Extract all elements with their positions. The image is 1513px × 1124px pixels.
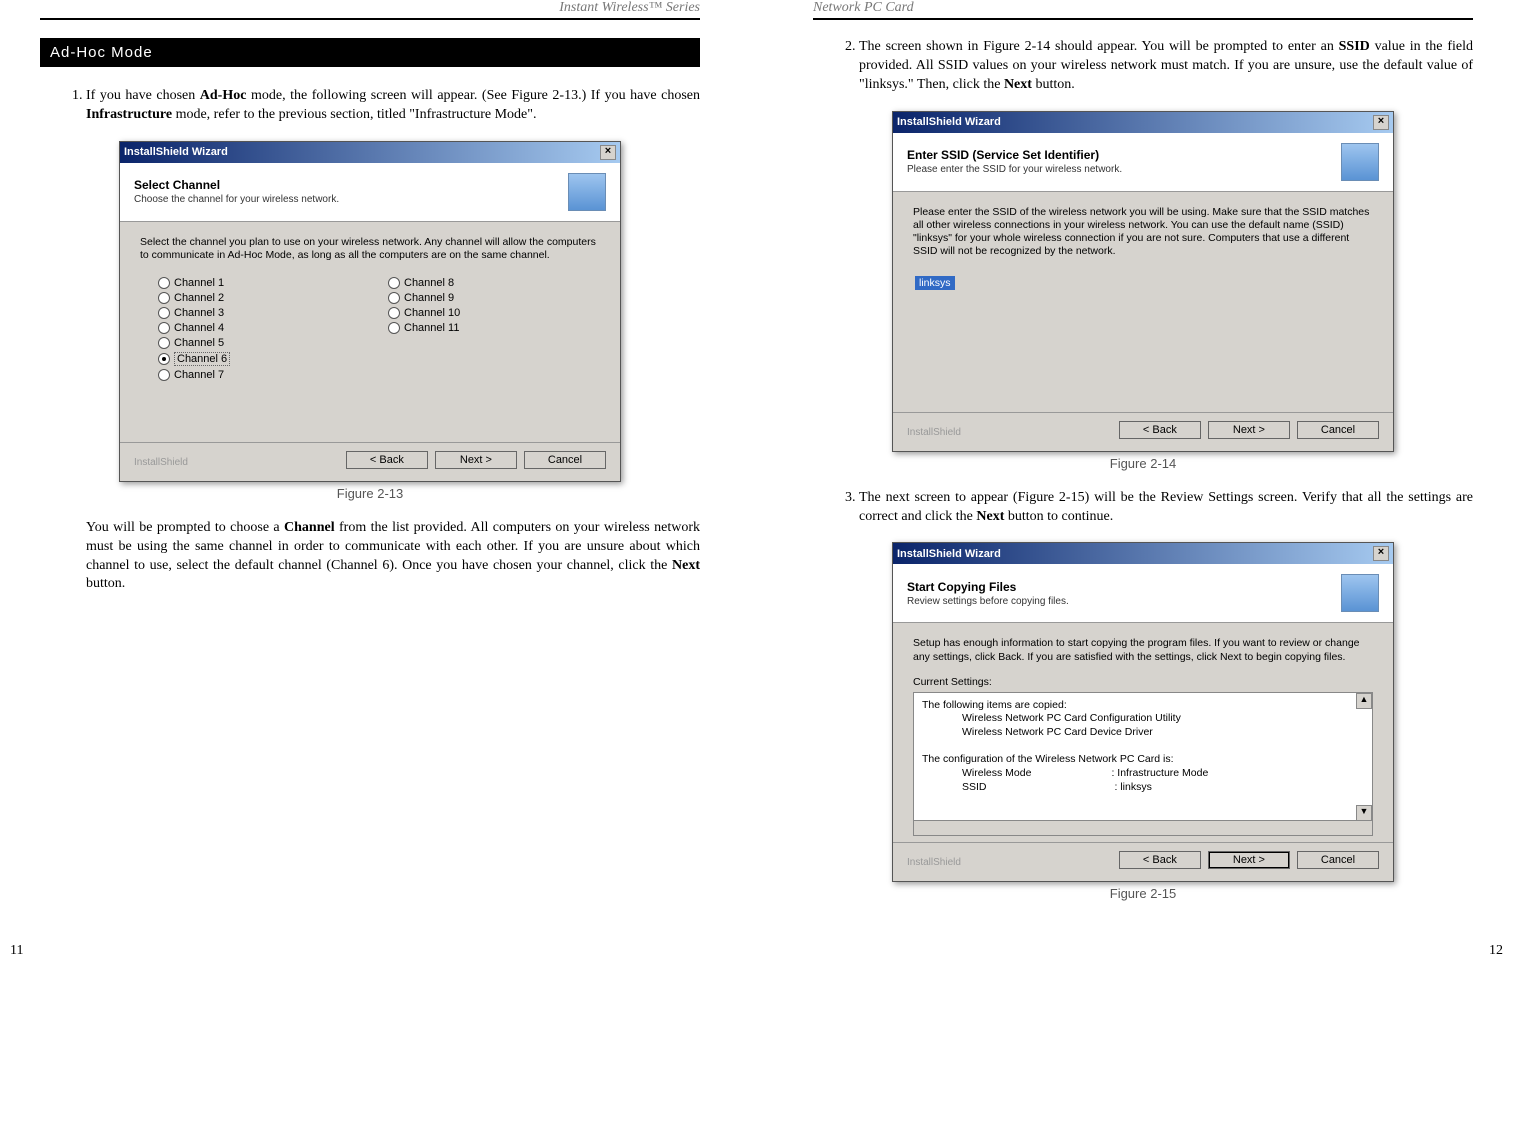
right-step-2: The screen shown in Figure 2-14 should a… bbox=[859, 38, 1473, 95]
right-steps-3: The next screen to appear (Figure 2-15) … bbox=[813, 489, 1473, 527]
dialog14-header: Enter SSID (Service Set Identifier) Plea… bbox=[893, 133, 1393, 192]
dialog14-header-sub: Please enter the SSID for your wireless … bbox=[907, 164, 1122, 175]
dialog14-desc: Please enter the SSID of the wireless ne… bbox=[913, 206, 1373, 259]
dialog13-desc: Select the channel you plan to use on yo… bbox=[140, 236, 600, 262]
left-step-1: If you have chosen Ad-Hoc mode, the foll… bbox=[86, 87, 700, 125]
next-button[interactable]: Next > bbox=[435, 451, 517, 469]
dialog13-header-title: Select Channel bbox=[134, 178, 220, 192]
channel-radio[interactable]: Channel 2 bbox=[158, 292, 370, 304]
left-header-rule bbox=[40, 18, 700, 20]
dialog13-body: Select the channel you plan to use on yo… bbox=[120, 222, 620, 442]
channel-radio[interactable]: Channel 1 bbox=[158, 277, 370, 289]
channel-radio[interactable]: Channel 9 bbox=[388, 292, 600, 304]
cancel-button[interactable]: Cancel bbox=[524, 451, 606, 469]
close-icon[interactable]: × bbox=[1373, 546, 1389, 561]
close-icon[interactable]: × bbox=[600, 145, 616, 160]
channel-radio[interactable]: Channel 10 bbox=[388, 307, 600, 319]
dialog15-body: Setup has enough information to start co… bbox=[893, 623, 1393, 841]
back-button[interactable]: < Back bbox=[346, 451, 428, 469]
left-page-number: 11 bbox=[10, 943, 23, 959]
review-settings-box: The following items are copied: Wireless… bbox=[913, 692, 1373, 836]
dialog14-brand: InstallShield bbox=[907, 427, 961, 438]
wizard-logo-icon bbox=[1341, 143, 1379, 181]
channel-radio[interactable]: Channel 8 bbox=[388, 277, 600, 289]
dialog15-header-sub: Review settings before copying files. bbox=[907, 596, 1069, 607]
dialog13-header-sub: Choose the channel for your wireless net… bbox=[134, 194, 339, 205]
left-page: Instant Wireless™ Series Ad-Hoc Mode If … bbox=[40, 0, 700, 919]
right-steps: The screen shown in Figure 2-14 should a… bbox=[813, 38, 1473, 95]
dialog-enter-ssid: InstallShield Wizard × Enter SSID (Servi… bbox=[892, 111, 1394, 452]
next-button[interactable]: Next > bbox=[1208, 421, 1290, 439]
section-title: Ad-Hoc Mode bbox=[40, 38, 700, 67]
right-step-3: The next screen to appear (Figure 2-15) … bbox=[859, 489, 1473, 527]
right-running-header: Network PC Card bbox=[813, 0, 1473, 16]
channel-radio[interactable]: Channel 3 bbox=[158, 307, 370, 319]
scroll-up-icon[interactable]: ▲ bbox=[1356, 693, 1372, 709]
dialog15-header-title: Start Copying Files bbox=[907, 580, 1016, 594]
dialog14-title: InstallShield Wizard bbox=[897, 116, 1001, 128]
next-button[interactable]: Next > bbox=[1208, 851, 1290, 869]
channel-col-right: Channel 8 Channel 9 Channel 10 Channel 1… bbox=[370, 274, 600, 384]
current-settings-label: Current Settings: bbox=[913, 676, 1373, 688]
dialog15-desc: Setup has enough information to start co… bbox=[913, 637, 1373, 663]
dialog14-titlebar: InstallShield Wizard × bbox=[893, 112, 1393, 133]
cancel-button[interactable]: Cancel bbox=[1297, 421, 1379, 439]
figure-2-15-caption: Figure 2-15 bbox=[813, 886, 1473, 901]
close-icon[interactable]: × bbox=[1373, 115, 1389, 130]
left-steps: If you have chosen Ad-Hoc mode, the foll… bbox=[40, 87, 700, 125]
dialog15-titlebar: InstallShield Wizard × bbox=[893, 543, 1393, 564]
right-page: Network PC Card The screen shown in Figu… bbox=[813, 0, 1473, 919]
dialog13-footer: InstallShield < Back Next > Cancel bbox=[120, 442, 620, 481]
dialog15-brand: InstallShield bbox=[907, 857, 961, 868]
dialog14-header-title: Enter SSID (Service Set Identifier) bbox=[907, 148, 1099, 162]
hscroll-bar[interactable] bbox=[914, 820, 1372, 835]
back-button[interactable]: < Back bbox=[1119, 851, 1201, 869]
dialog15-header: Start Copying Files Review settings befo… bbox=[893, 564, 1393, 623]
dialog15-footer: InstallShield < Back Next > Cancel bbox=[893, 842, 1393, 881]
channel-col-left: Channel 1 Channel 2 Channel 3 Channel 4 … bbox=[140, 274, 370, 384]
figure-2-13-caption: Figure 2-13 bbox=[40, 486, 700, 501]
figure-2-14-caption: Figure 2-14 bbox=[813, 456, 1473, 471]
dialog15-title: InstallShield Wizard bbox=[897, 548, 1001, 560]
channel-radio[interactable]: Channel 5 bbox=[158, 337, 370, 349]
dialog13-header: Select Channel Choose the channel for yo… bbox=[120, 163, 620, 222]
dialog13-titlebar: InstallShield Wizard × bbox=[120, 142, 620, 163]
cancel-button[interactable]: Cancel bbox=[1297, 851, 1379, 869]
channel-radio[interactable]: Channel 7 bbox=[158, 369, 370, 381]
dialog14-footer: InstallShield < Back Next > Cancel bbox=[893, 412, 1393, 451]
scroll-down-icon[interactable]: ▼ bbox=[1356, 805, 1372, 821]
channel-radio[interactable]: Channel 11 bbox=[388, 322, 600, 334]
dialog13-title: InstallShield Wizard bbox=[124, 146, 228, 158]
back-button[interactable]: < Back bbox=[1119, 421, 1201, 439]
channel-radio[interactable]: Channel 4 bbox=[158, 322, 370, 334]
channel-radio-selected[interactable]: Channel 6 bbox=[158, 352, 370, 366]
wizard-logo-icon bbox=[1341, 574, 1379, 612]
right-header-rule bbox=[813, 18, 1473, 20]
dialog-start-copying: InstallShield Wizard × Start Copying Fil… bbox=[892, 542, 1394, 881]
left-para-2: You will be prompted to choose a Channel… bbox=[86, 519, 700, 595]
dialog14-body: Please enter the SSID of the wireless ne… bbox=[893, 192, 1393, 412]
dialog13-brand: InstallShield bbox=[134, 457, 188, 468]
ssid-input[interactable]: linksys bbox=[915, 276, 955, 290]
dialog-select-channel: InstallShield Wizard × Select Channel Ch… bbox=[119, 141, 621, 482]
wizard-logo-icon bbox=[568, 173, 606, 211]
left-running-header: Instant Wireless™ Series bbox=[40, 0, 700, 16]
right-page-number: 12 bbox=[1489, 943, 1503, 959]
